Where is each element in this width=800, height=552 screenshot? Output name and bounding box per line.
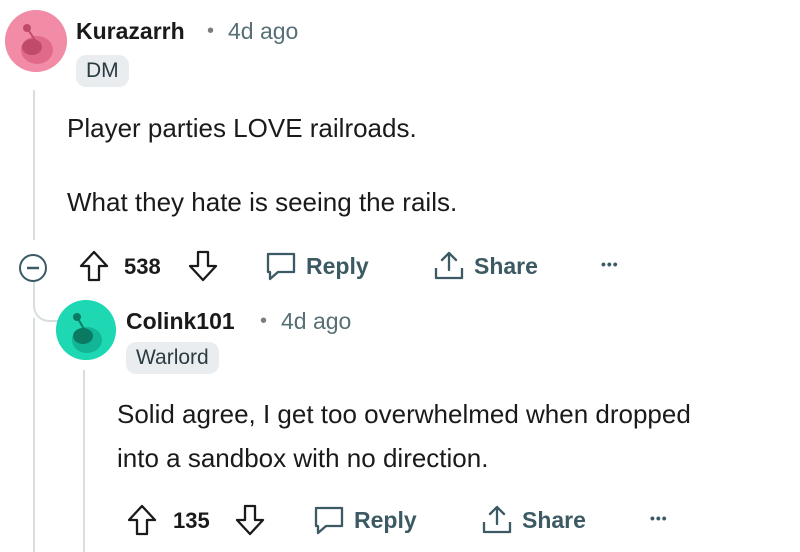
username[interactable]: Kurazarrh — [76, 18, 185, 45]
snoo-avatar-icon — [5, 10, 67, 72]
share-icon — [432, 250, 466, 282]
more-options-icon[interactable]: ••• — [601, 256, 619, 272]
comment-body-line: What they hate is seeing the rails. — [67, 187, 458, 217]
reply-bubble-icon — [264, 250, 298, 282]
vote-count: 538 — [124, 254, 161, 279]
user-flair: Warlord — [126, 342, 219, 374]
comment-body-line: into a sandbox with no direction. — [117, 443, 489, 473]
upvote-icon[interactable] — [126, 503, 158, 537]
snoo-avatar-icon — [56, 300, 116, 360]
user-flair: DM — [76, 55, 129, 87]
comment-body-line: Player parties LOVE railroads. — [67, 113, 417, 143]
comment-body-line: Solid agree, I get too overwhelmed when … — [117, 399, 691, 429]
avatar[interactable] — [56, 300, 116, 360]
thread-line-child — [83, 370, 85, 552]
share-icon — [480, 504, 514, 536]
separator-dot: • — [207, 20, 215, 42]
reply-bubble-icon — [312, 504, 346, 536]
separator-dot: • — [260, 310, 268, 332]
reply-label: Reply — [306, 252, 369, 279]
share-button[interactable]: Share — [432, 250, 538, 282]
share-button[interactable]: Share — [480, 504, 586, 536]
vote-count: 135 — [173, 508, 210, 533]
username[interactable]: Colink101 — [126, 308, 235, 335]
downvote-icon[interactable] — [234, 503, 266, 537]
downvote-icon[interactable] — [187, 249, 219, 283]
upvote-icon[interactable] — [78, 249, 110, 283]
share-label: Share — [474, 252, 538, 279]
thread-line — [33, 90, 35, 240]
avatar[interactable] — [5, 10, 67, 72]
more-options-icon[interactable]: ••• — [650, 510, 668, 526]
share-label: Share — [522, 506, 586, 533]
timestamp[interactable]: 4d ago — [228, 18, 298, 45]
reply-label: Reply — [354, 506, 417, 533]
thread-line-reply — [33, 318, 35, 552]
collapse-icon[interactable] — [17, 252, 49, 284]
timestamp[interactable]: 4d ago — [281, 308, 351, 335]
reply-button[interactable]: Reply — [264, 250, 369, 282]
reply-button[interactable]: Reply — [312, 504, 417, 536]
